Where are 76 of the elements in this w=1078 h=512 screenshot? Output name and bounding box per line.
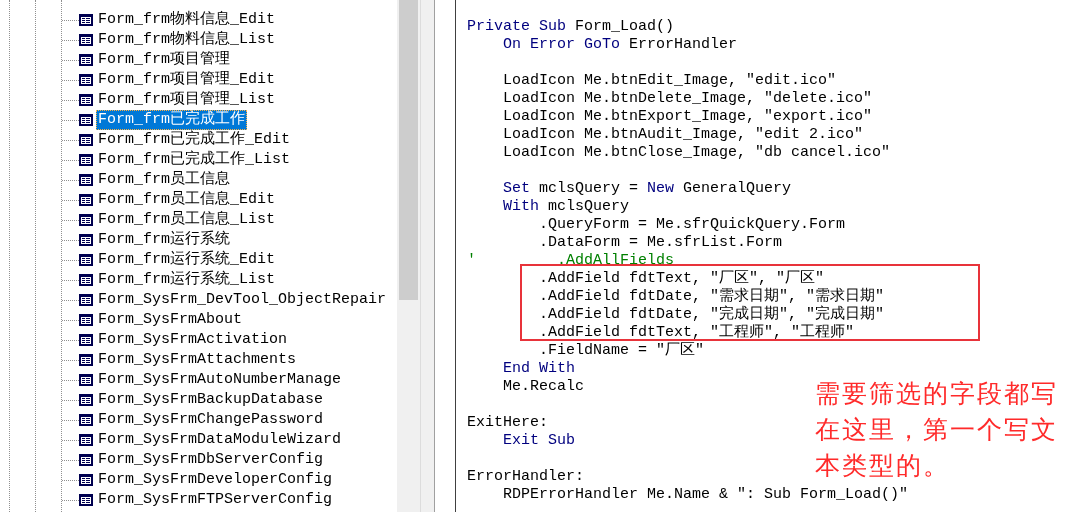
tree-item[interactable]: Form_frm员工信息_Edit (96, 190, 278, 210)
tree-item[interactable]: Form_SysFrmActivation (96, 330, 290, 350)
tree-item[interactable]: Form_frm运行系统 (96, 230, 232, 250)
form-icon (79, 174, 93, 186)
tree-item[interactable]: Form_SysFrmDbServerConfig (96, 450, 326, 470)
code-line: ErrorHandler: (467, 468, 585, 486)
tree-item[interactable]: Form_frm项目管理 (96, 50, 232, 70)
form-icon (79, 214, 93, 226)
form-icon (79, 434, 93, 446)
tree-item[interactable]: Form_SysFrmAutoNumberManage (96, 370, 344, 390)
scrollbar[interactable] (397, 0, 420, 512)
form-icon (79, 274, 93, 286)
scrollbar-thumb[interactable] (399, 0, 418, 300)
tree-item[interactable]: Form_frm员工信息 (96, 170, 232, 190)
code-line: LoadIcon Me.btnEdit_Image, "edit.ico" (502, 72, 837, 90)
tree-item[interactable]: Form_frm已完成工作 (96, 110, 247, 130)
tree-item[interactable]: Form_SysFrmFTPServerConfig (96, 490, 335, 510)
tree-item[interactable]: Form_SysFrmDataModuleWizard (96, 430, 344, 450)
form-icon (79, 74, 93, 86)
tree-item[interactable]: Form_frm物料信息_List (96, 30, 278, 50)
tree-item[interactable]: Form_SysFrmDeveloperConfig (96, 470, 335, 490)
code-line: .FieldName = "厂区" (538, 342, 705, 360)
tree-item[interactable]: Form_SysFrmAttachments (96, 350, 299, 370)
code-line: LoadIcon Me.btnAudit_Image, "edit 2.ico" (502, 126, 864, 144)
tree-item[interactable]: Form_frm物料信息_Edit (96, 10, 278, 30)
tree-item[interactable]: Form_SysFrmChangePassword (96, 410, 326, 430)
code-line: Set mclsQuery = New GeneralQuery (502, 180, 792, 198)
form-icon (79, 34, 93, 46)
tree-item[interactable]: Form_frm员工信息_List (96, 210, 278, 230)
code-line: .AddField fdtDate, "完成日期", "完成日期" (538, 306, 885, 324)
form-icon (79, 294, 93, 306)
code-line: ExitHere: (467, 414, 548, 432)
form-icon (79, 114, 93, 126)
tree-item[interactable]: Form_SysFrmBackupDatabase (96, 390, 326, 410)
code-line: End With (502, 360, 576, 378)
code-line: Exit Sub (502, 432, 576, 450)
tree-item[interactable]: Form_frm已完成工作_Edit (96, 130, 293, 150)
code-line: .QueryForm = Me.sfrQuickQuery.Form (538, 216, 846, 234)
code-line: RDPErrorHandler Me.Name & ": Sub Form_Load()" (502, 486, 909, 504)
code-line: .AddField fdtText, "厂区", "厂区" (538, 270, 825, 287)
annotation-text: 需要筛选的字段都写在这里，第一个写文本类型的。 (815, 378, 1059, 482)
code-line: .AddField fdtDate, "需求日期", "需求日期" (538, 288, 885, 305)
form-icon (79, 354, 93, 366)
code-line: LoadIcon Me.btnExport_Image, "export.ico" (502, 108, 873, 126)
code-line: Private Sub Form_Load() (467, 18, 675, 36)
form-icon (79, 94, 93, 106)
tree-item[interactable]: Form_SysFrm_DevTool_ObjectRepair (96, 290, 389, 310)
tree-item[interactable]: Form_frm运行系统_Edit (96, 250, 278, 270)
code-line: ' .AddAllFields (467, 252, 675, 270)
tree-item[interactable]: Form_frm项目管理_Edit (96, 70, 278, 90)
form-icon (79, 254, 93, 266)
form-icon (79, 494, 93, 506)
form-icon (79, 394, 93, 406)
code-line: LoadIcon Me.btnDelete_Image, "delete.ico" (502, 90, 873, 108)
form-icon (79, 154, 93, 166)
form-icon (79, 474, 93, 486)
form-icon (79, 414, 93, 426)
code-line: On Error GoTo ErrorHandler (502, 36, 738, 54)
tree-item[interactable]: Form_SysFrmAbout (96, 310, 245, 330)
code-line: LoadIcon Me.btnClose_Image, "db cancel.ico" (502, 144, 891, 162)
code-line: .DataForm = Me.sfrList.Form (538, 234, 783, 252)
tree-item[interactable]: Form_frm运行系统_List (96, 270, 278, 290)
form-icon (79, 234, 93, 246)
tree-item[interactable]: Form_frm已完成工作_List (96, 150, 293, 170)
code-line: Me.Recalc (502, 378, 585, 396)
tree-item[interactable]: Form_frm项目管理_List (96, 90, 278, 110)
form-icon (79, 14, 93, 26)
form-icon (79, 314, 93, 326)
form-icon (79, 374, 93, 386)
code-line: With mclsQuery (502, 198, 630, 216)
form-icon (79, 194, 93, 206)
form-icon (79, 334, 93, 346)
code-line: .AddField fdtText, "工程师", "工程师" (538, 324, 855, 342)
form-icon (79, 54, 93, 66)
form-icon (79, 134, 93, 146)
form-icon (79, 454, 93, 466)
